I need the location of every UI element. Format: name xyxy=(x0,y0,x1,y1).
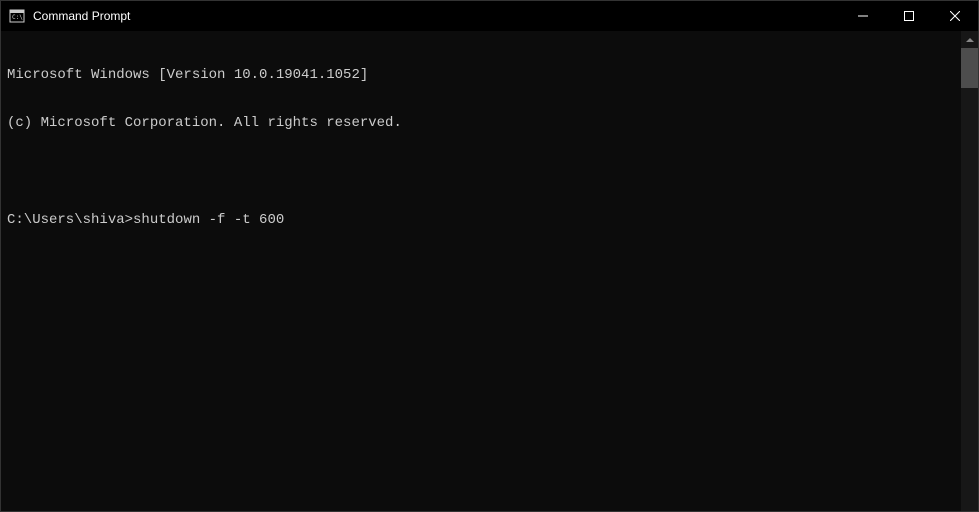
terminal-area: Microsoft Windows [Version 10.0.19041.10… xyxy=(1,31,978,511)
terminal-content[interactable]: Microsoft Windows [Version 10.0.19041.10… xyxy=(1,31,961,511)
maximize-button[interactable] xyxy=(886,1,932,31)
window-title: Command Prompt xyxy=(31,9,840,23)
version-line: Microsoft Windows [Version 10.0.19041.10… xyxy=(7,67,955,83)
command-input[interactable]: shutdown -f -t 600 xyxy=(133,212,284,228)
command-prompt-window: C:\ Command Prompt xyxy=(0,0,979,512)
prompt-line: C:\Users\shiva>shutdown -f -t 600 xyxy=(7,212,955,228)
window-controls xyxy=(840,1,978,31)
titlebar[interactable]: C:\ Command Prompt xyxy=(1,1,978,31)
close-button[interactable] xyxy=(932,1,978,31)
prompt-path: C:\Users\shiva> xyxy=(7,212,133,228)
scroll-thumb[interactable] xyxy=(961,48,978,88)
blank-line xyxy=(7,164,955,180)
vertical-scrollbar[interactable] xyxy=(961,31,978,511)
svg-text:C:\: C:\ xyxy=(12,14,23,21)
app-icon: C:\ xyxy=(9,8,25,24)
minimize-button[interactable] xyxy=(840,1,886,31)
copyright-line: (c) Microsoft Corporation. All rights re… xyxy=(7,115,955,131)
scroll-up-arrow[interactable] xyxy=(961,31,978,48)
